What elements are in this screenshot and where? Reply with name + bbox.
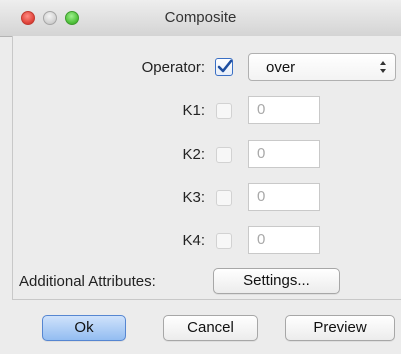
k1-label: K1:	[182, 102, 205, 119]
checkmark-icon	[217, 59, 233, 73]
settings-button[interactable]: Settings...	[213, 268, 340, 294]
k1-checkbox[interactable]	[216, 103, 232, 119]
k2-field[interactable]: 0	[248, 140, 320, 168]
cancel-button[interactable]: Cancel	[163, 315, 258, 341]
button-bar: Ok Cancel Preview	[0, 300, 401, 354]
ok-button[interactable]: Ok	[42, 315, 126, 341]
k3-checkbox[interactable]	[216, 190, 232, 206]
k4-field[interactable]: 0	[248, 226, 320, 254]
operator-checkbox[interactable]	[215, 58, 233, 76]
operator-select[interactable]: over	[248, 53, 396, 81]
window-title: Composite	[164, 9, 237, 26]
operator-selected-value: over	[266, 59, 296, 76]
k1-field[interactable]: 0	[248, 96, 320, 124]
title-bar: Composite	[0, 0, 401, 37]
k2-checkbox[interactable]	[216, 147, 232, 163]
composite-dialog: Composite Operator: over K1: 0 K2: 0 K3:…	[0, 0, 401, 354]
operator-label: Operator:	[141, 59, 205, 76]
additional-attributes-label: Additional Attributes:	[19, 273, 156, 290]
k2-label: K2:	[182, 146, 205, 163]
k4-label: K4:	[182, 232, 205, 249]
k4-checkbox[interactable]	[216, 233, 232, 249]
select-arrows-icon	[380, 61, 386, 73]
k3-label: K3:	[182, 189, 205, 206]
k3-field[interactable]: 0	[248, 183, 320, 211]
preview-button[interactable]: Preview	[285, 315, 395, 341]
